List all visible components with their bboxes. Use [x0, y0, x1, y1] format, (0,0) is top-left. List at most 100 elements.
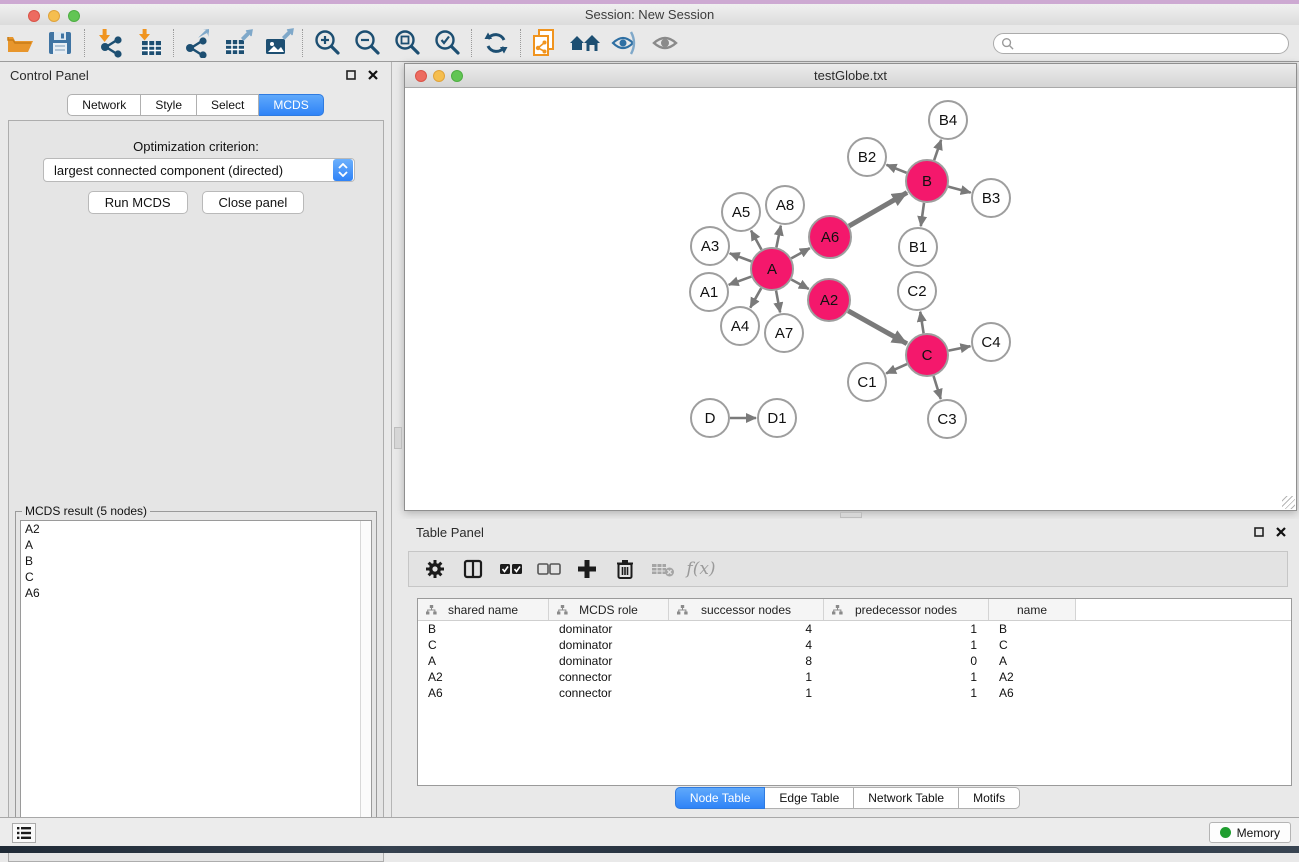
- zoom-out-button[interactable]: [347, 27, 387, 59]
- graph-node-A4[interactable]: A4: [721, 307, 759, 345]
- save-session-button[interactable]: [40, 27, 80, 59]
- search-input[interactable]: [1014, 37, 1264, 51]
- graph-node-B1[interactable]: B1: [899, 228, 937, 266]
- table-cell[interactable]: A: [418, 653, 549, 669]
- table-cell[interactable]: 8: [669, 653, 824, 669]
- network-canvas[interactable]: AA1A2A3A4A5A6A7A8BB1B2B3B4CC1C2C3C4DD1: [406, 88, 1295, 509]
- tab-edge-table[interactable]: Edge Table: [765, 787, 854, 809]
- table-cell[interactable]: 1: [669, 669, 824, 685]
- graph-node-B2[interactable]: B2: [848, 138, 886, 176]
- table-cell[interactable]: A2: [418, 669, 549, 685]
- tab-motifs[interactable]: Motifs: [959, 787, 1020, 809]
- minimize-window-button[interactable]: [48, 10, 60, 22]
- table-row[interactable]: Bdominator41B: [418, 621, 1291, 637]
- tab-node-table[interactable]: Node Table: [675, 787, 766, 809]
- deselect-all-button[interactable]: [533, 555, 565, 583]
- table-cell[interactable]: B: [418, 621, 549, 637]
- graph-node-C3[interactable]: C3: [928, 400, 966, 438]
- edge-A-A7[interactable]: [776, 291, 780, 313]
- tab-select[interactable]: Select: [197, 94, 259, 116]
- graph-node-D1[interactable]: D1: [758, 399, 796, 437]
- graph-node-B4[interactable]: B4: [929, 101, 967, 139]
- column-header-predecessor-nodes[interactable]: predecessor nodes: [824, 599, 989, 620]
- graph-node-A3[interactable]: A3: [691, 227, 729, 265]
- edge-A-A6[interactable]: [791, 248, 810, 258]
- table-cell[interactable]: A6: [989, 685, 1076, 701]
- table-cell[interactable]: [1076, 685, 1291, 701]
- table-row[interactable]: A2connector11A2: [418, 669, 1291, 685]
- graph-node-B3[interactable]: B3: [972, 179, 1010, 217]
- graph-node-A5[interactable]: A5: [722, 193, 760, 231]
- table-settings-button[interactable]: [419, 555, 451, 583]
- tab-mcds[interactable]: MCDS: [259, 94, 323, 116]
- edge-A-A5[interactable]: [751, 230, 761, 249]
- show-all-button[interactable]: [645, 27, 685, 59]
- mcds-result-item[interactable]: A6: [21, 585, 371, 601]
- graph-node-A2[interactable]: A2: [808, 279, 850, 321]
- graph-node-A1[interactable]: A1: [690, 273, 728, 311]
- optimization-criterion-select[interactable]: largest connected component (directed): [43, 158, 355, 182]
- edge-B-B4[interactable]: [934, 140, 941, 160]
- table-cell[interactable]: A6: [418, 685, 549, 701]
- edge-A-A4[interactable]: [750, 288, 761, 308]
- zoom-fit-button[interactable]: [387, 27, 427, 59]
- mcds-result-list[interactable]: A2ABCA6: [20, 520, 372, 846]
- close-window-button[interactable]: [28, 10, 40, 22]
- tab-network-table[interactable]: Network Table: [854, 787, 959, 809]
- edge-B-B1[interactable]: [921, 203, 924, 226]
- table-cell[interactable]: connector: [549, 685, 669, 701]
- new-network-from-selection-button[interactable]: [525, 27, 565, 59]
- table-cell[interactable]: A: [989, 653, 1076, 669]
- table-cell[interactable]: C: [418, 637, 549, 653]
- search-field[interactable]: [993, 33, 1289, 54]
- close-panel-button[interactable]: Close panel: [202, 191, 305, 214]
- graph-node-C[interactable]: C: [906, 334, 948, 376]
- table-cell[interactable]: [1076, 621, 1291, 637]
- mcds-result-item[interactable]: B: [21, 553, 371, 569]
- tab-network[interactable]: Network: [67, 94, 141, 116]
- zoom-selected-button[interactable]: [427, 27, 467, 59]
- graph-node-A6[interactable]: A6: [809, 216, 851, 258]
- edge-A6-B[interactable]: [849, 192, 907, 226]
- column-header-name[interactable]: name: [989, 599, 1076, 620]
- table-cell[interactable]: C: [989, 637, 1076, 653]
- table-row[interactable]: Adominator80A: [418, 653, 1291, 669]
- import-network-button[interactable]: [89, 27, 129, 59]
- zoom-in-button[interactable]: [307, 27, 347, 59]
- network-window-titlebar[interactable]: testGlobe.txt: [405, 64, 1296, 88]
- edge-C-C1[interactable]: [886, 364, 907, 373]
- delete-table-button[interactable]: [647, 555, 679, 583]
- graph-node-C2[interactable]: C2: [898, 272, 936, 310]
- table-cell[interactable]: 1: [824, 685, 989, 701]
- show-hide-panels-button[interactable]: [565, 27, 605, 59]
- table-cell[interactable]: 1: [824, 669, 989, 685]
- table-row[interactable]: Cdominator41C: [418, 637, 1291, 653]
- export-table-button[interactable]: [218, 27, 258, 59]
- table-cell[interactable]: [1076, 637, 1291, 653]
- table-cell[interactable]: dominator: [549, 653, 669, 669]
- run-mcds-button[interactable]: Run MCDS: [88, 191, 188, 214]
- table-row[interactable]: A6connector11A6: [418, 685, 1291, 701]
- horizontal-splitter-handle[interactable]: [840, 512, 862, 518]
- table-cell[interactable]: 1: [824, 637, 989, 653]
- column-header-successor-nodes[interactable]: successor nodes: [669, 599, 824, 620]
- graph-node-C1[interactable]: C1: [848, 363, 886, 401]
- import-table-button[interactable]: [129, 27, 169, 59]
- add-column-button[interactable]: [571, 555, 603, 583]
- graph-node-A8[interactable]: A8: [766, 186, 804, 224]
- edge-A-A1[interactable]: [729, 277, 752, 285]
- edge-C-C2[interactable]: [920, 312, 923, 334]
- close-panel-icon[interactable]: [365, 67, 381, 83]
- window-resize-grip[interactable]: [1282, 496, 1295, 509]
- mcds-result-item[interactable]: A2: [21, 521, 371, 537]
- table-cell[interactable]: 1: [824, 621, 989, 637]
- close-window-button[interactable]: [415, 70, 427, 82]
- tab-style[interactable]: Style: [141, 94, 197, 116]
- edge-A-A8[interactable]: [776, 226, 780, 248]
- column-visibility-button[interactable]: [457, 555, 489, 583]
- edge-A2-C[interactable]: [848, 311, 907, 344]
- table-cell[interactable]: [1076, 669, 1291, 685]
- edge-C-C3[interactable]: [934, 376, 941, 399]
- delete-column-button[interactable]: [609, 555, 641, 583]
- refresh-layout-button[interactable]: [476, 27, 516, 59]
